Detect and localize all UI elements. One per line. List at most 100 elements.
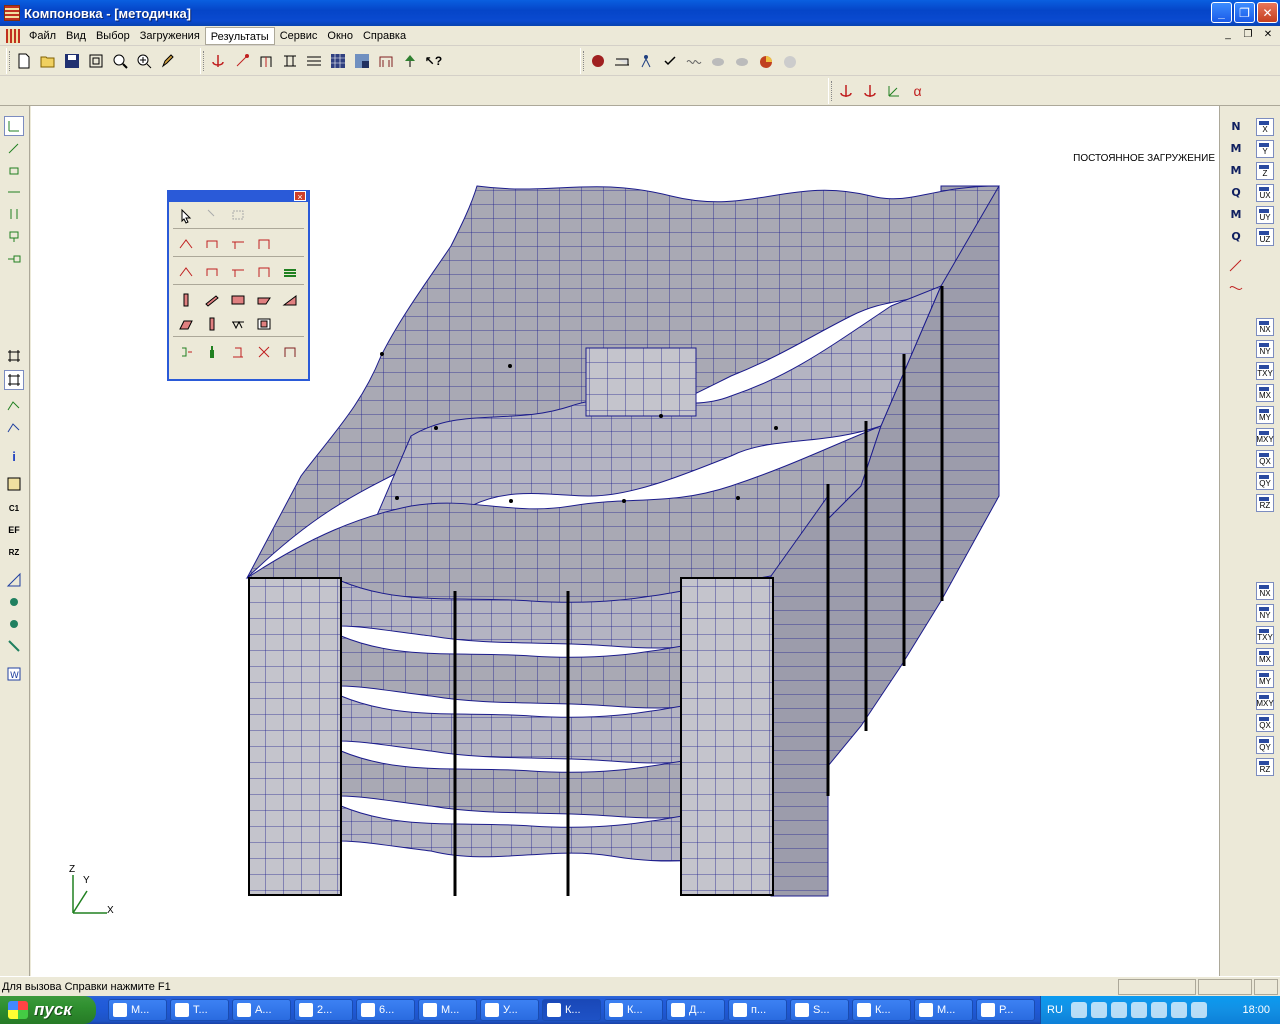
- plate-my-button[interactable]: MY: [1256, 406, 1274, 424]
- task-button[interactable]: К...: [604, 999, 663, 1021]
- results-red-icon[interactable]: [587, 51, 608, 72]
- volume-tray-icon[interactable]: [1170, 1002, 1187, 1018]
- disp-z-button[interactable]: Z: [1256, 162, 1274, 180]
- task-button[interactable]: 2...: [294, 999, 353, 1021]
- results-wave-icon[interactable]: [683, 51, 704, 72]
- ef-button[interactable]: EF: [4, 520, 24, 540]
- beam-green-icon[interactable]: [4, 396, 24, 416]
- alpha-button[interactable]: α: [907, 81, 928, 102]
- iso-qy-button[interactable]: QY: [1256, 736, 1274, 754]
- beam-2-icon[interactable]: [201, 234, 223, 254]
- results-disabled-2-icon[interactable]: [731, 51, 752, 72]
- plate-rz-button[interactable]: RZ: [1256, 494, 1274, 512]
- floors-icon[interactable]: [303, 51, 324, 72]
- plate-ny-button[interactable]: NY: [1256, 340, 1274, 358]
- task-button[interactable]: S...: [790, 999, 849, 1021]
- select-links-icon[interactable]: [4, 248, 24, 268]
- info-button[interactable]: i: [4, 446, 24, 466]
- select-elements-icon[interactable]: [4, 138, 24, 158]
- save-icon[interactable]: [61, 51, 82, 72]
- opening-icon[interactable]: [253, 314, 275, 334]
- c1-button[interactable]: C1: [4, 498, 24, 518]
- plate-mx-button[interactable]: MX: [1256, 384, 1274, 402]
- beam-3-icon[interactable]: [227, 234, 249, 254]
- network-tray-icon[interactable]: [1090, 1002, 1107, 1018]
- select-supports-icon[interactable]: [4, 226, 24, 246]
- menu-service[interactable]: Сервис: [275, 27, 323, 45]
- beam-solid-icon[interactable]: [201, 290, 223, 310]
- iso-txy-button[interactable]: TXY: [1256, 626, 1274, 644]
- select-plates-icon[interactable]: [4, 160, 24, 180]
- rot-ux-button[interactable]: UX: [1256, 184, 1274, 202]
- menu-select[interactable]: Выбор: [91, 27, 135, 45]
- wall-icon[interactable]: [253, 290, 275, 310]
- menu-view[interactable]: Вид: [61, 27, 91, 45]
- select-bars-icon[interactable]: [4, 182, 24, 202]
- plate-txy-button[interactable]: TXY: [1256, 362, 1274, 380]
- support-1-icon[interactable]: [227, 342, 249, 362]
- plate-qx-button[interactable]: QX: [1256, 450, 1274, 468]
- start-button[interactable]: пуск: [0, 996, 96, 1024]
- zoom-icon[interactable]: [109, 51, 130, 72]
- plate-4-icon[interactable]: [253, 262, 275, 282]
- display-tray-icon[interactable]: [1130, 1002, 1147, 1018]
- ruler-icon[interactable]: [4, 570, 24, 590]
- word-export-icon[interactable]: W: [4, 664, 24, 684]
- box-icon[interactable]: [175, 314, 197, 334]
- shear-qy-button[interactable]: Q: [1226, 226, 1246, 246]
- pile-icon[interactable]: [201, 314, 223, 334]
- layers-icon[interactable]: [279, 262, 301, 282]
- rot-uy-button[interactable]: UY: [1256, 206, 1274, 224]
- keyboard-tray-icon[interactable]: [1190, 1002, 1207, 1018]
- disp-y-button[interactable]: Y: [1256, 140, 1274, 158]
- shear-qz-button[interactable]: Q: [1226, 182, 1246, 202]
- task-button[interactable]: A...: [232, 999, 291, 1021]
- select-nodes-icon[interactable]: [4, 116, 24, 136]
- maximize-button[interactable]: ❐: [1234, 2, 1255, 23]
- support-2-icon[interactable]: [253, 342, 275, 362]
- app-icon[interactable]: [4, 5, 20, 21]
- column-icon[interactable]: [175, 290, 197, 310]
- results-grey-pie-icon[interactable]: [779, 51, 800, 72]
- add-node-disabled-icon[interactable]: [201, 206, 223, 226]
- iso-qx-button[interactable]: QX: [1256, 714, 1274, 732]
- iso-rz-button[interactable]: RZ: [1256, 758, 1274, 776]
- mesh-dark-icon[interactable]: [327, 51, 348, 72]
- beam-4-icon[interactable]: [253, 234, 275, 254]
- menu-file[interactable]: Файл: [24, 27, 61, 45]
- frame-icon[interactable]: [255, 51, 276, 72]
- axis-system-icon[interactable]: [883, 81, 904, 102]
- language-indicator[interactable]: RU: [1047, 1004, 1063, 1016]
- pencil-icon[interactable]: [157, 51, 178, 72]
- results-pie-icon[interactable]: [755, 51, 776, 72]
- mesh-half-icon[interactable]: [351, 51, 372, 72]
- slab-icon[interactable]: [227, 290, 249, 310]
- task-button[interactable]: M...: [418, 999, 477, 1021]
- mdi-minimize-button[interactable]: _: [1220, 28, 1236, 42]
- menu-loads[interactable]: Загружения: [135, 27, 205, 45]
- task-button[interactable]: Р...: [976, 999, 1035, 1021]
- truss-icon[interactable]: [227, 314, 249, 334]
- anchor-icon[interactable]: [207, 51, 228, 72]
- minimize-button[interactable]: _: [1211, 2, 1232, 23]
- help-cursor-icon[interactable]: ↖?: [423, 51, 444, 72]
- task-button[interactable]: К...: [852, 999, 911, 1021]
- task-button-active[interactable]: К...: [542, 999, 601, 1021]
- select-box-disabled-icon[interactable]: [227, 206, 249, 226]
- results-bed-icon[interactable]: [611, 51, 632, 72]
- open-folder-icon[interactable]: [37, 51, 58, 72]
- bluetooth-tray-icon[interactable]: [1110, 1002, 1127, 1018]
- mdi-close-button[interactable]: ✕: [1260, 28, 1276, 42]
- node-select-icon[interactable]: [231, 51, 252, 72]
- axis-anchor-2-icon[interactable]: [859, 81, 880, 102]
- axis-anchor-1-icon[interactable]: [835, 81, 856, 102]
- rotate-icon[interactable]: [175, 342, 197, 362]
- iso-nx-button[interactable]: NX: [1256, 582, 1274, 600]
- plate-1-icon[interactable]: [175, 262, 197, 282]
- bottle-icon[interactable]: [201, 342, 223, 362]
- rz-button[interactable]: RZ: [4, 542, 24, 562]
- mdi-restore-button[interactable]: ❐: [1240, 28, 1256, 42]
- section-icon-2[interactable]: [4, 614, 24, 634]
- menu-help[interactable]: Справка: [358, 27, 411, 45]
- beam-blue-icon[interactable]: [4, 418, 24, 438]
